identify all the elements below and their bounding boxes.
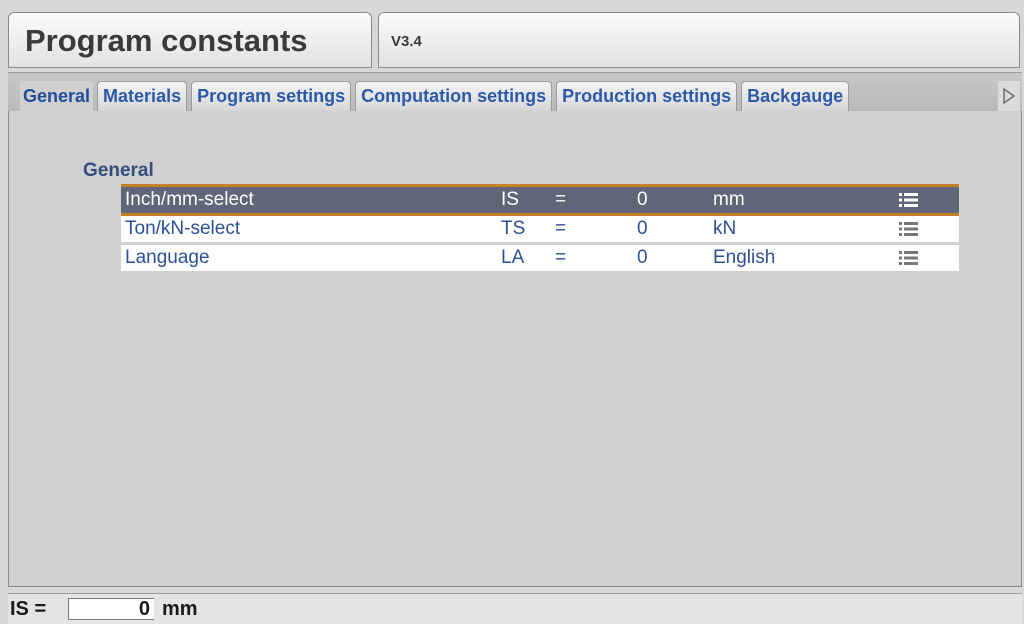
content-panel: General Inch/mm-select IS = 0 mm Ton/kN-…	[8, 111, 1022, 587]
list-icon[interactable]	[899, 192, 919, 208]
param-code: LA	[501, 247, 525, 268]
chevron-right-icon	[1003, 87, 1016, 105]
tab-bar: General Materials Program settings Compu…	[8, 72, 1022, 113]
param-label: Inch/mm-select	[125, 189, 254, 210]
param-row-inch-mm-select[interactable]: Inch/mm-select IS = 0 mm	[121, 184, 959, 216]
tab-general[interactable]: General	[20, 81, 94, 111]
version-label: V3.4	[391, 33, 422, 50]
list-icon[interactable]	[899, 250, 919, 266]
list-icon[interactable]	[899, 221, 919, 237]
value-input-field[interactable]: 0	[68, 598, 154, 620]
status-param-label: IS =	[10, 598, 47, 620]
param-value: 0	[637, 218, 648, 239]
version-panel: V3.4	[378, 12, 1020, 68]
param-code: IS	[501, 189, 519, 210]
tab-computation-settings[interactable]: Computation settings	[355, 81, 553, 111]
param-equals: =	[555, 247, 567, 268]
param-unit: kN	[713, 218, 737, 239]
param-equals: =	[555, 189, 567, 210]
param-label: Language	[125, 247, 210, 268]
param-code: TS	[501, 218, 526, 239]
section-heading: General	[83, 160, 154, 181]
param-value: 0	[637, 189, 648, 210]
status-bar: IS = 0 mm	[8, 593, 1022, 624]
page-title: Program constants	[25, 23, 308, 58]
param-label: Ton/kN-select	[125, 218, 241, 239]
param-equals: =	[555, 218, 567, 239]
tab-scroll-right-button[interactable]	[998, 81, 1020, 111]
status-unit: mm	[162, 598, 198, 620]
param-unit: English	[713, 247, 776, 268]
tab-production-settings[interactable]: Production settings	[556, 81, 738, 111]
param-unit: mm	[713, 189, 745, 210]
tab-backgauge[interactable]: Backgauge	[741, 81, 850, 111]
param-row-language[interactable]: Language LA = 0 English	[121, 245, 959, 271]
title-panel: Program constants	[8, 12, 372, 68]
tab-materials[interactable]: Materials	[97, 81, 188, 111]
parameter-list: Inch/mm-select IS = 0 mm Ton/kN-select T…	[121, 184, 959, 274]
param-value: 0	[637, 247, 648, 268]
tab-program-settings[interactable]: Program settings	[191, 81, 352, 111]
param-row-ton-kn-select[interactable]: Ton/kN-select TS = 0 kN	[121, 216, 959, 242]
tab-list: General Materials Program settings Compu…	[20, 81, 853, 111]
